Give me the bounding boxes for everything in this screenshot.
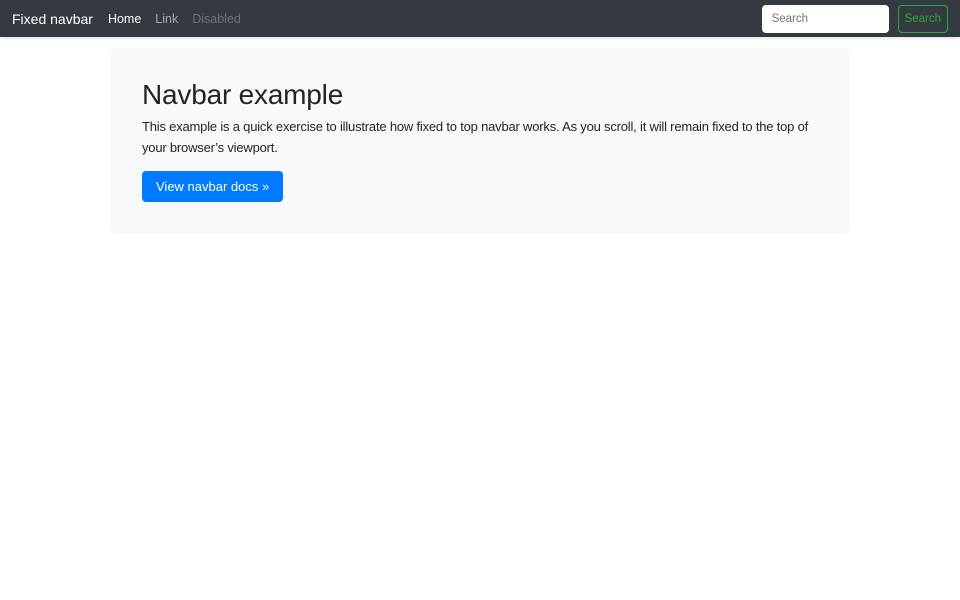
view-navbar-docs-button[interactable]: View navbar docs »: [142, 171, 283, 202]
nav-link-disabled: Disabled: [185, 8, 248, 30]
nav-item: Link: [148, 8, 185, 30]
navbar-nav: Home Link Disabled: [101, 8, 248, 30]
nav-item: Home: [101, 8, 148, 30]
nav-link-home[interactable]: Home: [101, 8, 148, 30]
nav-link-link[interactable]: Link: [148, 8, 185, 30]
navbar-brand[interactable]: Fixed navbar: [12, 11, 93, 27]
jumbotron-panel: Navbar example This example is a quick e…: [110, 48, 850, 234]
nav-item: Disabled: [185, 8, 248, 30]
navbar: Fixed navbar Home Link Disabled Search: [0, 0, 960, 37]
search-form: Search: [762, 5, 948, 33]
search-button[interactable]: Search: [898, 5, 948, 33]
page-title: Navbar example: [142, 78, 818, 112]
page-description: This example is a quick exercise to illu…: [142, 116, 818, 158]
search-input[interactable]: [762, 5, 889, 33]
